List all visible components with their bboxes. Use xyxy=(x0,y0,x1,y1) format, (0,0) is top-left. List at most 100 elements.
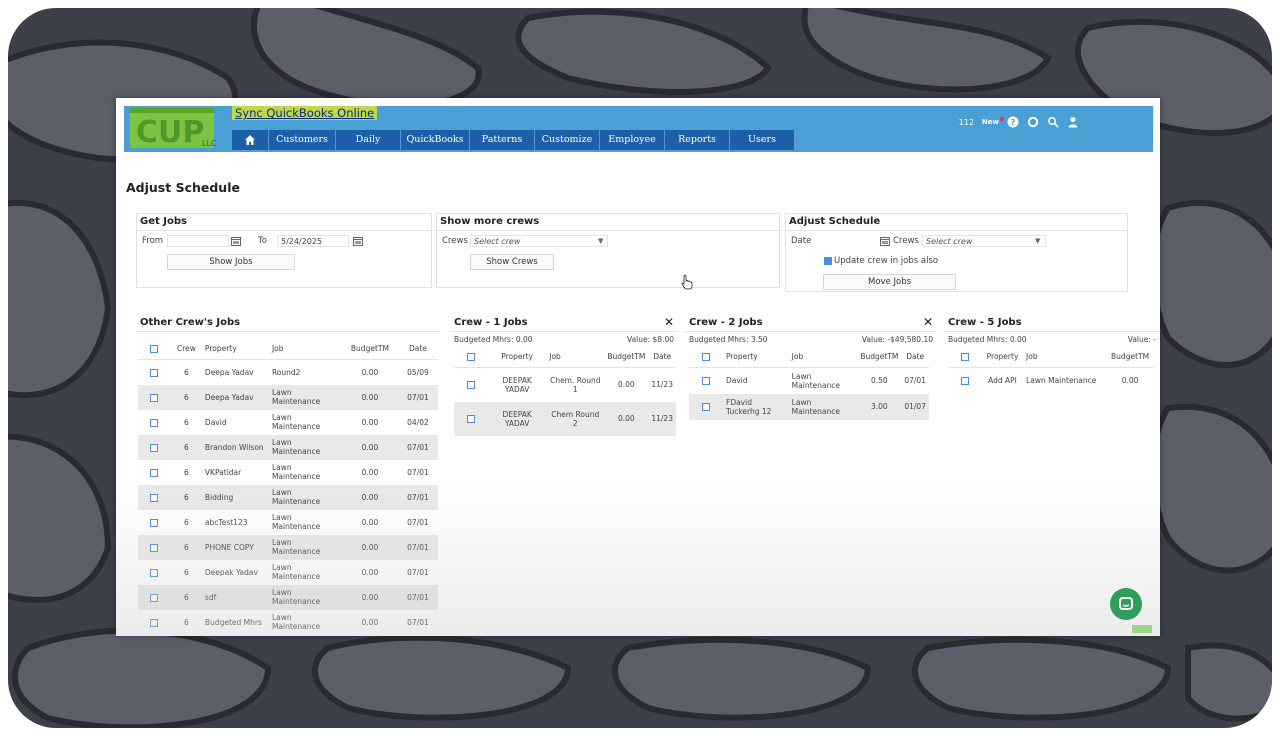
from-date-field[interactable] xyxy=(167,235,229,247)
table-row[interactable]: 6 Brandon Wilson Lawn Maintenance 0.00 07/01 xyxy=(138,434,438,460)
table-row[interactable]: 6 Deepa Yadav Lawn Maintenance 0.00 07/01 xyxy=(138,384,438,410)
row-checkbox[interactable] xyxy=(150,418,159,427)
sync-quickbooks-link[interactable]: Sync QuickBooks Online xyxy=(232,106,378,120)
help-icon[interactable]: ? xyxy=(1007,116,1019,128)
column-header: Property xyxy=(488,345,547,368)
row-checkbox[interactable] xyxy=(467,415,475,423)
table-cell: Lawn Maintenance xyxy=(788,367,858,394)
row-checkbox[interactable] xyxy=(150,493,159,502)
table-cell: Lawn Maintenance xyxy=(268,509,342,535)
svg-text:?: ? xyxy=(1011,118,1016,127)
row-checkbox[interactable] xyxy=(702,403,710,411)
show-jobs-button[interactable]: Show Jobs xyxy=(167,254,295,270)
row-checkbox[interactable] xyxy=(150,393,159,402)
row-checkbox[interactable] xyxy=(150,568,159,577)
table-row[interactable]: DEEPAK YADAV Chem Round 2 0.00 11/23 xyxy=(454,401,676,436)
show-crews-button[interactable]: Show Crews xyxy=(470,254,554,270)
table-row[interactable]: 6 VKPatidar Lawn Maintenance 0.00 07/01 xyxy=(138,459,438,485)
table-row[interactable]: 6 sdf Lawn Maintenance 0.00 07/01 xyxy=(138,584,438,610)
nav-employee[interactable]: Employee xyxy=(600,130,665,150)
table-row[interactable]: David Lawn Maintenance 0.50 07/01 xyxy=(689,367,929,394)
table-row[interactable]: Add API Lawn Maintenance 0.00 xyxy=(948,367,1154,394)
row-select-cell xyxy=(689,367,723,394)
select-all-checkbox[interactable] xyxy=(467,352,475,361)
notification-count[interactable]: 112 xyxy=(959,118,974,127)
move-jobs-button[interactable]: Move Jobs xyxy=(823,274,956,290)
row-checkbox[interactable] xyxy=(702,377,710,386)
crew-2-value: Value: -$49,580.10 xyxy=(861,335,933,344)
other-crews-jobs-table: Crew Property Job BudgetTM Date 6 Deepa Y… xyxy=(138,337,438,635)
table-row[interactable]: FDavid Tuckerhg 12 Lawn Maintenance 3.00 01… xyxy=(689,393,929,420)
table-cell: VKPatidar xyxy=(201,459,269,485)
table-row[interactable]: 6 PHONE COPY Lawn Maintenance 0.00 07/01 xyxy=(138,534,438,560)
nav-customers[interactable]: Customers xyxy=(269,130,336,150)
row-checkbox[interactable] xyxy=(150,618,159,627)
close-icon[interactable]: ✕ xyxy=(923,315,933,329)
table-cell: 0.00 xyxy=(341,609,398,635)
crews-select[interactable]: Select crew xyxy=(470,235,608,247)
nav-daily[interactable]: Daily xyxy=(336,130,401,150)
table-row[interactable]: 6 Deepak Yadav Lawn Maintenance 0.00 07/01 xyxy=(138,559,438,585)
date-field[interactable] xyxy=(824,235,878,247)
table-cell: 3.00 xyxy=(857,393,902,420)
table-cell: 0.00 xyxy=(341,584,398,610)
top-icons: 112 New ? xyxy=(959,116,1079,128)
nav-reports[interactable]: Reports xyxy=(665,130,730,150)
nav-customize[interactable]: Customize xyxy=(535,130,600,150)
chat-button[interactable] xyxy=(1110,588,1142,620)
table-row[interactable]: 6 Deepa Yadav Round2 0.00 05/09 xyxy=(138,359,438,385)
table-row[interactable]: DEEPAK YADAV Chem. Round 1 0.00 11/23 xyxy=(454,367,676,402)
row-checkbox[interactable] xyxy=(150,518,159,527)
row-checkbox[interactable] xyxy=(150,368,159,377)
table-cell: Lawn Maintenance xyxy=(788,393,858,420)
row-checkbox[interactable] xyxy=(961,377,969,386)
crew-5-budget: Budgeted Mhrs: 0.00 xyxy=(948,335,1027,344)
to-calendar-icon[interactable] xyxy=(353,236,363,246)
table-cell: 0.00 xyxy=(341,509,398,535)
main-nav: Customers Daily QuickBooks Patterns Cust… xyxy=(232,130,795,150)
company-logo: CUP LLC xyxy=(130,108,217,150)
to-date-field[interactable]: 5/24/2025 xyxy=(277,235,349,247)
row-checkbox[interactable] xyxy=(150,468,159,477)
close-icon[interactable]: ✕ xyxy=(664,315,674,329)
show-more-crews-title: Show more crews xyxy=(440,216,540,227)
update-crew-checkbox[interactable] xyxy=(824,257,832,265)
row-checkbox[interactable] xyxy=(150,543,159,552)
select-all-checkbox[interactable] xyxy=(961,352,969,361)
table-cell: 6 xyxy=(170,609,202,635)
from-calendar-icon[interactable] xyxy=(231,236,241,246)
user-icon[interactable] xyxy=(1067,116,1079,128)
table-cell: 07/01 xyxy=(901,367,929,394)
from-label: From xyxy=(142,236,164,246)
adjust-calendar-icon[interactable] xyxy=(880,236,890,246)
row-checkbox[interactable] xyxy=(467,381,475,390)
table-cell: 07/01 xyxy=(397,509,438,535)
table-cell: Lawn Maintenance xyxy=(268,459,342,485)
nav-patterns[interactable]: Patterns xyxy=(470,130,535,150)
home-icon xyxy=(245,135,255,145)
table-row[interactable]: 6 abcTest123 Lawn Maintenance 0.00 07/01 xyxy=(138,509,438,535)
nav-users[interactable]: Users xyxy=(730,130,795,150)
select-all-checkbox[interactable] xyxy=(702,352,710,361)
adjust-crews-select[interactable]: Select crew xyxy=(922,235,1046,247)
crew-1-jobs-panel: Crew - 1 Jobs ✕ Budgeted Mhrs: 0.00 Valu… xyxy=(450,315,678,445)
select-all-checkbox[interactable] xyxy=(150,344,159,353)
table-row[interactable]: 6 Budgeted Mhrs Lawn Maintenance 0.00 07/01 xyxy=(138,609,438,635)
table-cell: 6 xyxy=(170,559,202,585)
circle-icon[interactable] xyxy=(1027,116,1039,128)
nav-home[interactable] xyxy=(232,130,269,150)
crew-5-title: Crew - 5 Jobs xyxy=(948,317,1022,328)
table-cell: 6 xyxy=(170,484,202,510)
new-badge[interactable]: New xyxy=(982,117,1005,126)
table-row[interactable]: 6 Bidding Lawn Maintenance 0.00 07/01 xyxy=(138,484,438,510)
row-checkbox[interactable] xyxy=(150,443,159,452)
table-cell: Deepa Yadav xyxy=(201,384,269,410)
row-select-cell xyxy=(138,384,171,410)
table-row[interactable]: 6 David Lawn Maintenance 0.00 04/02 xyxy=(138,409,438,435)
table-cell: 6 xyxy=(170,434,202,460)
table-cell: Brandon Wilson xyxy=(201,434,269,460)
row-checkbox[interactable] xyxy=(150,593,159,602)
nav-quickbooks[interactable]: QuickBooks xyxy=(401,130,470,150)
search-icon[interactable] xyxy=(1047,116,1059,128)
row-select-cell xyxy=(689,393,723,420)
